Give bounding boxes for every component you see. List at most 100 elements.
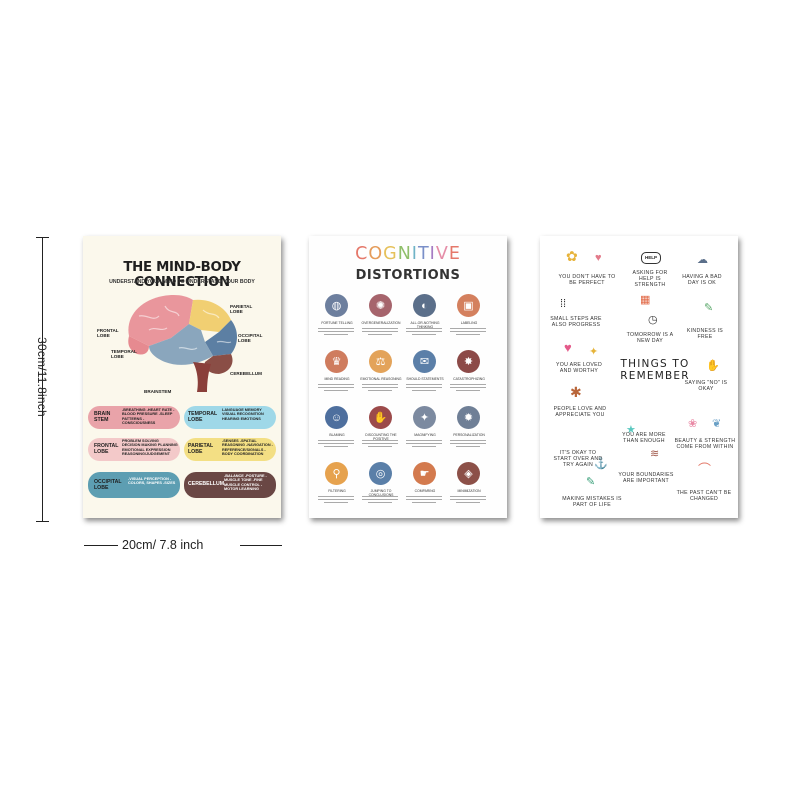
footsteps-icon: ⁞⁞ — [560, 298, 567, 310]
calendar-icon: ▦ — [640, 294, 651, 306]
storm-cloud-icon: ☁ — [697, 254, 708, 266]
region-brainstem: BRAIN STEM -BREATHING -HEART RATE -BLOOD… — [88, 406, 180, 429]
description-line — [318, 328, 354, 329]
remember-item: YOUR BOUNDARIES ARE IMPORTANT — [618, 472, 674, 485]
distortion-label: MIND READING — [324, 377, 350, 381]
description-line — [450, 499, 486, 500]
description-line — [318, 331, 354, 332]
globe-icon: ◎ — [369, 462, 392, 485]
description-line — [368, 334, 392, 335]
heart-icon: ♥ — [564, 340, 572, 355]
speech-icon: ✉ — [413, 350, 436, 373]
title-letter: T — [417, 244, 430, 264]
width-marker-right — [240, 545, 282, 546]
remember-item: YOU ARE LOVED AND WORTHY — [556, 362, 602, 375]
remember-item: YOU ARE MORE THAN ENOUGH — [622, 432, 666, 445]
description-line — [362, 331, 398, 332]
description-line — [406, 331, 442, 332]
scale-icon: ⚖ — [369, 350, 392, 373]
description-line — [412, 390, 436, 391]
description-line — [406, 443, 442, 444]
label-cerebellum: CEREBELLUM — [230, 371, 262, 376]
description-line — [412, 334, 436, 335]
region-tag: OCCIPITAL LOBE — [94, 479, 122, 491]
region-tag: TEMPORAL LOBE — [188, 411, 218, 423]
boundary-lines-icon: ≋ — [650, 448, 660, 460]
poster3-title: THINGS TO REMEMBER — [620, 358, 690, 382]
label-occipital: OCCIPITAL LOBE — [238, 333, 263, 344]
remember-item: YOU DON'T HAVE TO BE PERFECT — [558, 274, 616, 287]
description-line — [318, 384, 354, 385]
distortion-label: SHOULD STATEMENTS — [406, 377, 444, 381]
height-marker-bottom — [36, 521, 49, 522]
region-temporal: TEMPORAL LOBE LANGUAGE MEMORY VISUAL REC… — [184, 406, 276, 429]
description-line — [362, 440, 398, 441]
mind-body-poster: THE MIND-BODY CONNECTION UNDERSTAND YOUR… — [83, 236, 281, 518]
thumbs-down-icon: ✋ — [369, 406, 392, 429]
distortion-label: CATASTROPHIZING — [453, 377, 485, 381]
distortion-label: MAGNIFYING — [414, 433, 436, 437]
clock-icon: ◷ — [648, 314, 658, 326]
sunflower-icon: ✿ — [566, 248, 578, 264]
remember-item: MAKING MISTAKES IS PART OF LIFE — [562, 496, 622, 509]
remember-item: ASKING FOR HELP IS STRENGTH — [632, 270, 668, 289]
title-letter: V — [435, 244, 449, 264]
title-letter: G — [383, 244, 398, 264]
butterfly-icon: ❦ — [712, 418, 722, 430]
description-line — [450, 331, 486, 332]
brainstem — [193, 362, 211, 392]
description-line — [324, 334, 348, 335]
description-line — [406, 384, 442, 385]
description-line — [456, 446, 480, 447]
description-line — [318, 496, 354, 497]
label-temporal: TEMPORAL LOBE — [111, 349, 137, 360]
region-tag: CEREBELLUM — [188, 481, 225, 487]
distortion-label: EMOTIONAL REASONING — [360, 377, 402, 381]
description-line — [362, 387, 398, 388]
region-text: -VISUAL PERCEPTION -COLORS, SHAPES -SIZE… — [128, 477, 176, 486]
fire-icon: ✸ — [457, 350, 480, 373]
description-line — [362, 384, 398, 385]
region-text: -BREATHING -HEART RATE -BLOOD PRESSURE -… — [122, 408, 175, 426]
description-line — [324, 502, 348, 503]
rainbow-icon: ⌒ — [698, 462, 712, 477]
title-letter: N — [397, 244, 412, 264]
description-line — [362, 328, 398, 329]
description-line — [368, 502, 392, 503]
description-line — [406, 499, 442, 500]
description-line — [412, 446, 436, 447]
flower-icon: ❀ — [688, 418, 698, 430]
label-parietal: PARIETAL LOBE — [230, 304, 253, 315]
description-line — [406, 440, 442, 441]
people-icon: ☺ — [325, 406, 348, 429]
poster2-subtitle: DISTORTIONS — [355, 268, 461, 283]
description-line — [450, 384, 486, 385]
sparkle-icon: ✦ — [589, 346, 599, 358]
description-line — [450, 496, 486, 497]
description-line — [368, 446, 392, 447]
description-line — [362, 499, 398, 500]
description-line — [450, 443, 486, 444]
width-marker-left — [84, 545, 118, 546]
description-line — [406, 496, 442, 497]
tag-icon: ◈ — [457, 462, 480, 485]
description-line — [456, 334, 480, 335]
remember-item: HAVING A BAD DAY IS OK — [682, 274, 722, 287]
description-line — [450, 440, 486, 441]
distortion-label: OVERGENERALIZATION — [361, 321, 401, 325]
distortion-label: BLAMING — [329, 433, 345, 437]
description-line — [406, 387, 442, 388]
magnifier-icon: ⚲ — [325, 462, 348, 485]
description-line — [324, 446, 348, 447]
remember-item: PEOPLE LOVE AND APPRECIATE YOU — [553, 406, 607, 419]
remember-item: THE PAST CAN'T BE CHANGED — [676, 490, 732, 503]
description-line — [406, 328, 442, 329]
brain-illustration — [128, 295, 237, 392]
half-circle-icon: ◐ — [413, 294, 436, 317]
distortion-label: FILTERING — [328, 489, 346, 493]
region-tag: FRONTAL LOBE — [94, 443, 119, 455]
title-letter: E — [448, 244, 461, 264]
region-tag: BRAIN STEM — [94, 411, 111, 423]
remember-item: TOMORROW IS A NEW DAY — [626, 332, 674, 345]
person-icon: ♛ — [325, 350, 348, 373]
